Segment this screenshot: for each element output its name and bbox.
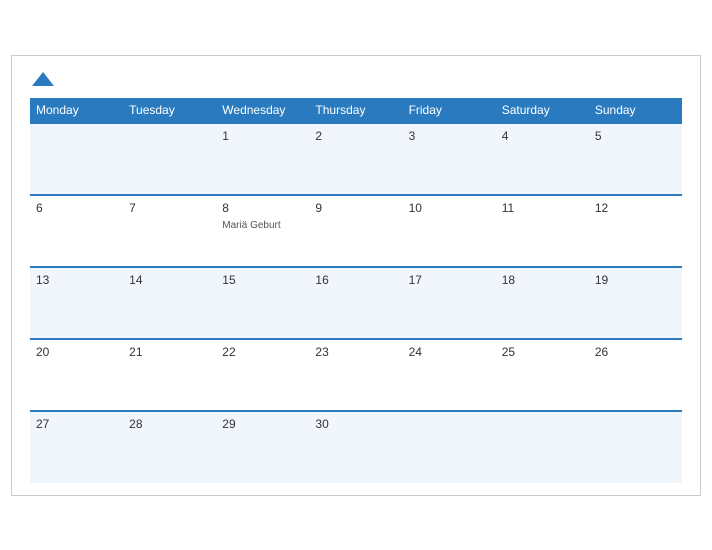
- day-number: 25: [502, 345, 583, 359]
- day-number: 13: [36, 273, 117, 287]
- calendar-cell: 20: [30, 339, 123, 411]
- logo: [30, 72, 54, 86]
- calendar-cell: 28: [123, 411, 216, 483]
- calendar-cell: 1: [216, 123, 309, 195]
- day-number: 11: [502, 201, 583, 215]
- calendar-cell: 22: [216, 339, 309, 411]
- calendar-cell: 11: [496, 195, 589, 267]
- calendar-cell: 27: [30, 411, 123, 483]
- day-number: 22: [222, 345, 303, 359]
- day-number: 16: [315, 273, 396, 287]
- calendar-cell: [30, 123, 123, 195]
- calendar-cell: [123, 123, 216, 195]
- day-header-thursday: Thursday: [309, 98, 402, 123]
- day-number: 10: [409, 201, 490, 215]
- calendar-cell: 6: [30, 195, 123, 267]
- week-row-3: 13 14 15 16 17 18 19: [30, 267, 682, 339]
- day-number: 24: [409, 345, 490, 359]
- week-row-2: 678 Mariä Geburt 9 10 11 12: [30, 195, 682, 267]
- calendar-container: MondayTuesdayWednesdayThursdayFridaySatu…: [11, 55, 701, 496]
- calendar-cell: 16: [309, 267, 402, 339]
- day-number: 3: [409, 129, 490, 143]
- event-text: Mariä Geburt: [222, 220, 280, 231]
- day-header-friday: Friday: [403, 98, 496, 123]
- calendar-cell: 9: [309, 195, 402, 267]
- week-row-5: 27 28 29 30: [30, 411, 682, 483]
- calendar-cell: 12: [589, 195, 682, 267]
- day-header-monday: Monday: [30, 98, 123, 123]
- calendar-cell: [403, 411, 496, 483]
- calendar-cell: 4: [496, 123, 589, 195]
- day-header-wednesday: Wednesday: [216, 98, 309, 123]
- days-header-row: MondayTuesdayWednesdayThursdayFridaySatu…: [30, 98, 682, 123]
- week-row-1: 12345: [30, 123, 682, 195]
- calendar-cell: 7: [123, 195, 216, 267]
- calendar-grid: MondayTuesdayWednesdayThursdayFridaySatu…: [30, 98, 682, 483]
- day-header-sunday: Sunday: [589, 98, 682, 123]
- day-number: 27: [36, 417, 117, 431]
- calendar-cell: [496, 411, 589, 483]
- day-number: 23: [315, 345, 396, 359]
- calendar-cell: 13: [30, 267, 123, 339]
- day-header-tuesday: Tuesday: [123, 98, 216, 123]
- day-number: 7: [129, 201, 210, 215]
- calendar-cell: 3: [403, 123, 496, 195]
- logo-flag-icon: [32, 72, 54, 86]
- calendar-cell: 17: [403, 267, 496, 339]
- day-number: 14: [129, 273, 210, 287]
- calendar-cell: 24: [403, 339, 496, 411]
- calendar-cell: 18: [496, 267, 589, 339]
- calendar-cell: 25: [496, 339, 589, 411]
- calendar-cell: 21: [123, 339, 216, 411]
- day-number: 1: [222, 129, 303, 143]
- calendar-cell: 8 Mariä Geburt: [216, 195, 309, 267]
- day-number: 29: [222, 417, 303, 431]
- day-number: 8: [222, 201, 303, 215]
- calendar-cell: 15: [216, 267, 309, 339]
- day-number: 4: [502, 129, 583, 143]
- day-number: 19: [595, 273, 676, 287]
- day-number: 21: [129, 345, 210, 359]
- day-number: 17: [409, 273, 490, 287]
- calendar-cell: 30: [309, 411, 402, 483]
- calendar-header: [30, 72, 682, 86]
- calendar-cell: 2: [309, 123, 402, 195]
- week-row-4: 20 21 22 23 24 25 26: [30, 339, 682, 411]
- day-number: 18: [502, 273, 583, 287]
- calendar-cell: 29: [216, 411, 309, 483]
- calendar-cell: 19: [589, 267, 682, 339]
- day-number: 28: [129, 417, 210, 431]
- day-number: 2: [315, 129, 396, 143]
- day-number: 20: [36, 345, 117, 359]
- day-number: 26: [595, 345, 676, 359]
- day-number: 15: [222, 273, 303, 287]
- day-number: 9: [315, 201, 396, 215]
- day-number: 5: [595, 129, 676, 143]
- day-header-saturday: Saturday: [496, 98, 589, 123]
- calendar-cell: 26: [589, 339, 682, 411]
- calendar-cell: 5: [589, 123, 682, 195]
- calendar-cell: [589, 411, 682, 483]
- calendar-cell: 10: [403, 195, 496, 267]
- day-number: 12: [595, 201, 676, 215]
- day-number: 6: [36, 201, 117, 215]
- day-number: 30: [315, 417, 396, 431]
- calendar-cell: 14: [123, 267, 216, 339]
- calendar-cell: 23: [309, 339, 402, 411]
